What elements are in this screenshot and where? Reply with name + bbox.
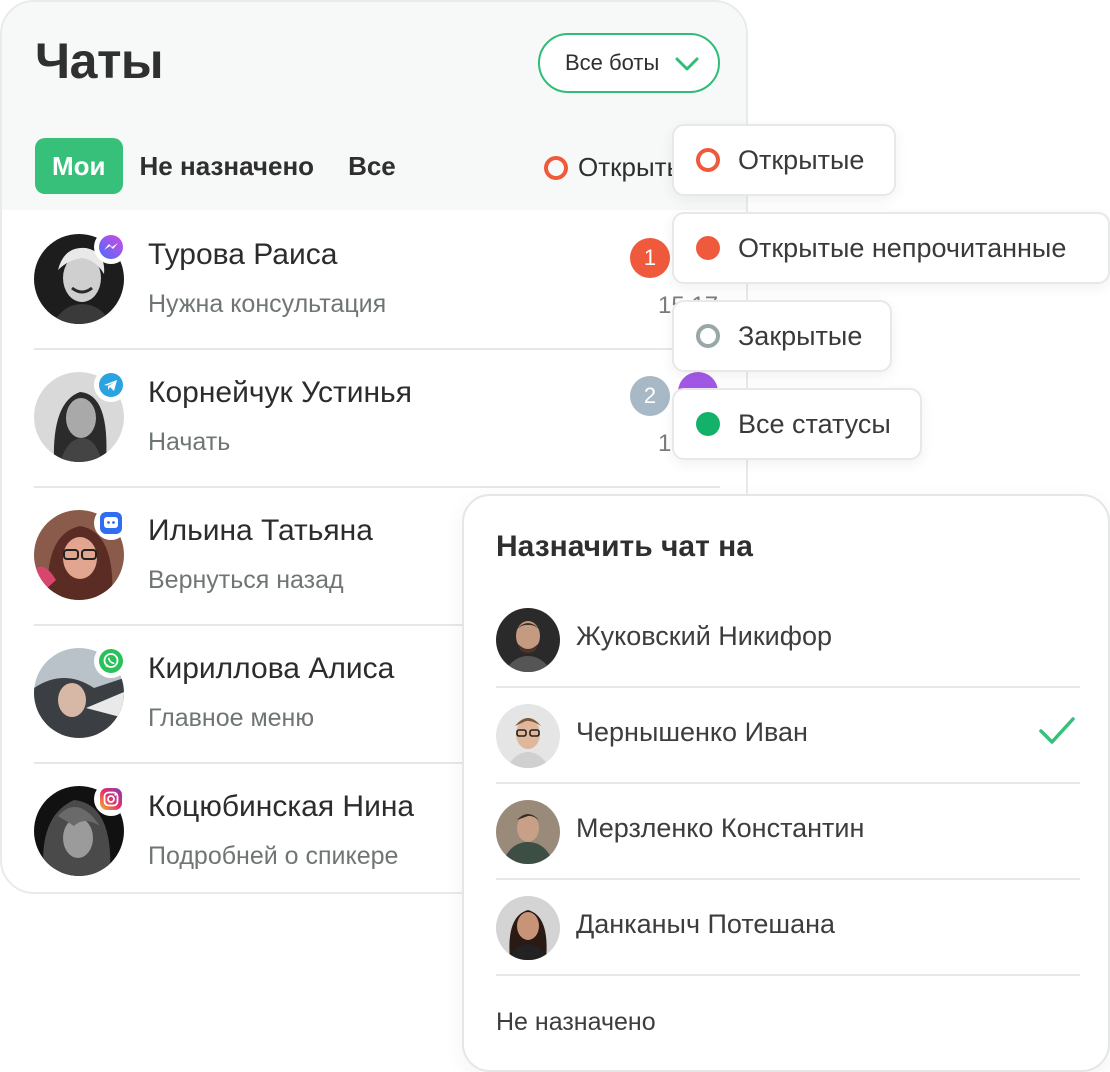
agent-item[interactable]: Мерзленко Константин <box>496 784 1080 880</box>
open-unread-status-icon <box>696 236 720 260</box>
whatsapp-icon <box>94 644 128 678</box>
chevron-down-icon <box>675 57 699 71</box>
agent-item[interactable]: Чернышенко Иван <box>496 688 1080 784</box>
page-title: Чаты <box>35 33 164 89</box>
agent-list: Жуковский Никифор Чернышенко Иван Мерзле… <box>496 592 1080 976</box>
agent-item[interactable]: Жуковский Никифор <box>496 592 1080 688</box>
assign-chat-panel: Назначить чат на Жуковский Никифор Черны… <box>462 494 1110 1072</box>
assign-title: Назначить чат на <box>496 530 753 563</box>
chat-tabs: Мои Не назначено Все <box>35 138 413 194</box>
check-icon <box>1039 717 1075 744</box>
status-option-label: Все статусы <box>738 408 891 439</box>
tab-mine[interactable]: Мои <box>35 138 123 194</box>
avatar <box>496 704 560 768</box>
messenger-icon <box>94 230 128 264</box>
avatar <box>496 608 560 672</box>
unread-badge: 1 <box>630 238 670 278</box>
open-status-icon <box>544 155 568 180</box>
status-option-label: Открытые непрочитанные <box>738 232 1067 263</box>
chat-preview: Начать <box>148 428 231 456</box>
open-status-icon <box>696 148 720 172</box>
closed-status-icon <box>696 324 720 348</box>
chat-name: Коцюбинская Нина <box>148 790 415 823</box>
agent-name: Жуковский Никифор <box>576 621 832 651</box>
status-option-all[interactable]: Все статусы <box>672 388 922 460</box>
unread-badge: 2 <box>630 376 670 416</box>
agent-item[interactable]: Данканыч Потешана <box>496 880 1080 976</box>
status-option-closed[interactable]: Закрытые <box>672 300 892 372</box>
avatar <box>496 800 560 864</box>
chats-header: Чаты Все боты Мои Не назначено Все Откры… <box>2 2 746 210</box>
unassigned-option[interactable]: Не назначено <box>496 1008 656 1037</box>
chat-item[interactable]: Корнейчук Устинья Начать 2 15:17 <box>34 350 720 488</box>
chat-preview: Нужна консультация <box>148 290 387 318</box>
bot-filter-select[interactable]: Все боты <box>538 33 720 93</box>
chat-item[interactable]: Турова Раиса Нужна консультация 1 15:17 <box>34 212 720 350</box>
telegram-icon <box>94 368 128 402</box>
bot-filter-label: Все боты <box>565 50 660 75</box>
status-option-open-unread[interactable]: Открытые непрочитанные <box>672 212 1110 284</box>
agent-name: Мерзленко Константин <box>576 813 865 843</box>
chat-preview: Вернуться назад <box>148 566 344 594</box>
chat-name: Турова Раиса <box>148 238 338 271</box>
status-option-label: Открытые <box>738 144 865 175</box>
chat-name: Кириллова Алиса <box>148 652 395 685</box>
status-option-label: Закрытые <box>738 320 863 351</box>
instagram-icon <box>94 782 128 816</box>
tab-all[interactable]: Все <box>331 138 413 194</box>
all-status-icon <box>696 412 720 436</box>
status-option-open[interactable]: Открытые <box>672 124 896 196</box>
avatar <box>496 896 560 960</box>
agent-name: Чернышенко Иван <box>576 717 808 747</box>
tab-unassigned[interactable]: Не назначено <box>123 138 332 194</box>
chat-name: Ильина Татьяна <box>148 514 373 547</box>
agent-name: Данканыч Потешана <box>576 909 836 939</box>
chat-name: Корнейчук Устинья <box>148 376 412 409</box>
chat-widget-icon <box>94 506 128 540</box>
chat-preview: Главное меню <box>148 704 315 732</box>
chat-preview: Подробней о спикере <box>148 842 399 870</box>
